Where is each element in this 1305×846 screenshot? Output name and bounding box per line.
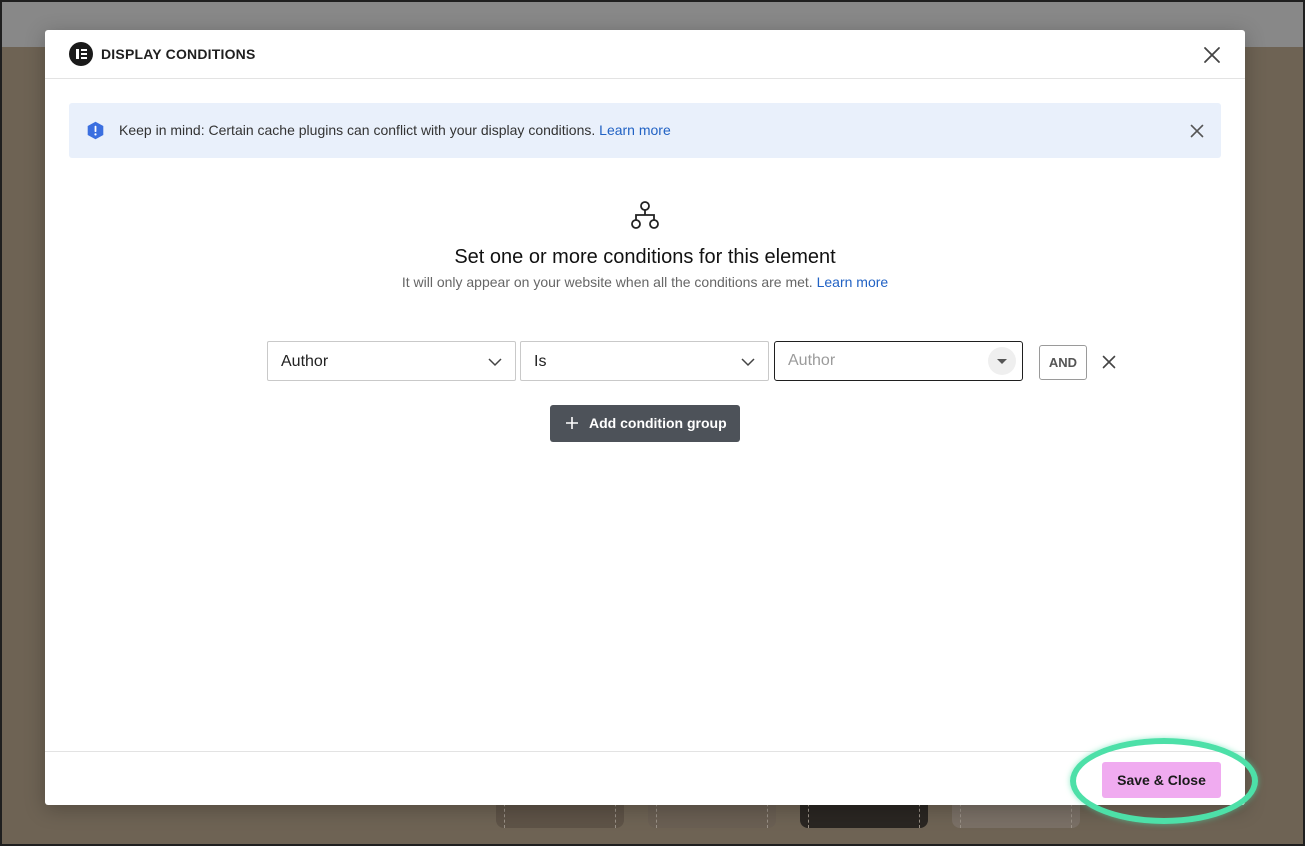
notice-learn-more-link[interactable]: Learn more — [599, 122, 671, 138]
plus-icon — [565, 416, 579, 430]
save-and-close-button[interactable]: Save & Close — [1102, 762, 1221, 798]
add-condition-group-button[interactable]: Add condition group — [550, 405, 740, 442]
condition-value-field[interactable] — [774, 341, 1023, 381]
add-condition-group-label: Add condition group — [589, 415, 727, 431]
condition-operator-select[interactable]: Is — [520, 341, 769, 381]
conditions-subtext: It will only appear on your website when… — [45, 274, 1245, 290]
conditions-heading: Set one or more conditions for this elem… — [454, 246, 836, 268]
modal-title: DISPLAY CONDITIONS — [101, 46, 256, 62]
elementor-logo-icon — [69, 42, 93, 66]
modal-footer: Save & Close — [45, 751, 1245, 805]
condition-field-select[interactable]: Author — [267, 341, 516, 381]
condition-field-value: Author — [281, 353, 329, 370]
chevron-down-icon — [487, 355, 503, 367]
hierarchy-icon — [630, 200, 660, 230]
chevron-down-icon — [740, 355, 756, 367]
conditions-learn-more-link[interactable]: Learn more — [817, 274, 889, 290]
info-alert-icon — [86, 121, 105, 140]
condition-value-input[interactable] — [775, 342, 985, 380]
display-conditions-modal: DISPLAY CONDITIONS Keep in mind: Certain… — [45, 30, 1245, 805]
cache-notice: Keep in mind: Certain cache plugins can … — [69, 103, 1221, 158]
notice-message: Keep in mind: Certain cache plugins can … — [119, 122, 596, 138]
close-icon[interactable] — [1201, 44, 1223, 66]
notice-text: Keep in mind: Certain cache plugins can … — [119, 122, 671, 138]
condition-operator-value: Is — [534, 353, 547, 370]
modal-header: DISPLAY CONDITIONS — [45, 30, 1245, 79]
conditions-subtext-message: It will only appear on your website when… — [401, 274, 813, 290]
remove-condition-icon[interactable] — [1101, 354, 1117, 370]
notice-close-icon[interactable] — [1188, 122, 1206, 140]
caret-down-icon[interactable] — [988, 347, 1016, 375]
and-logic-button[interactable]: AND — [1039, 345, 1087, 380]
